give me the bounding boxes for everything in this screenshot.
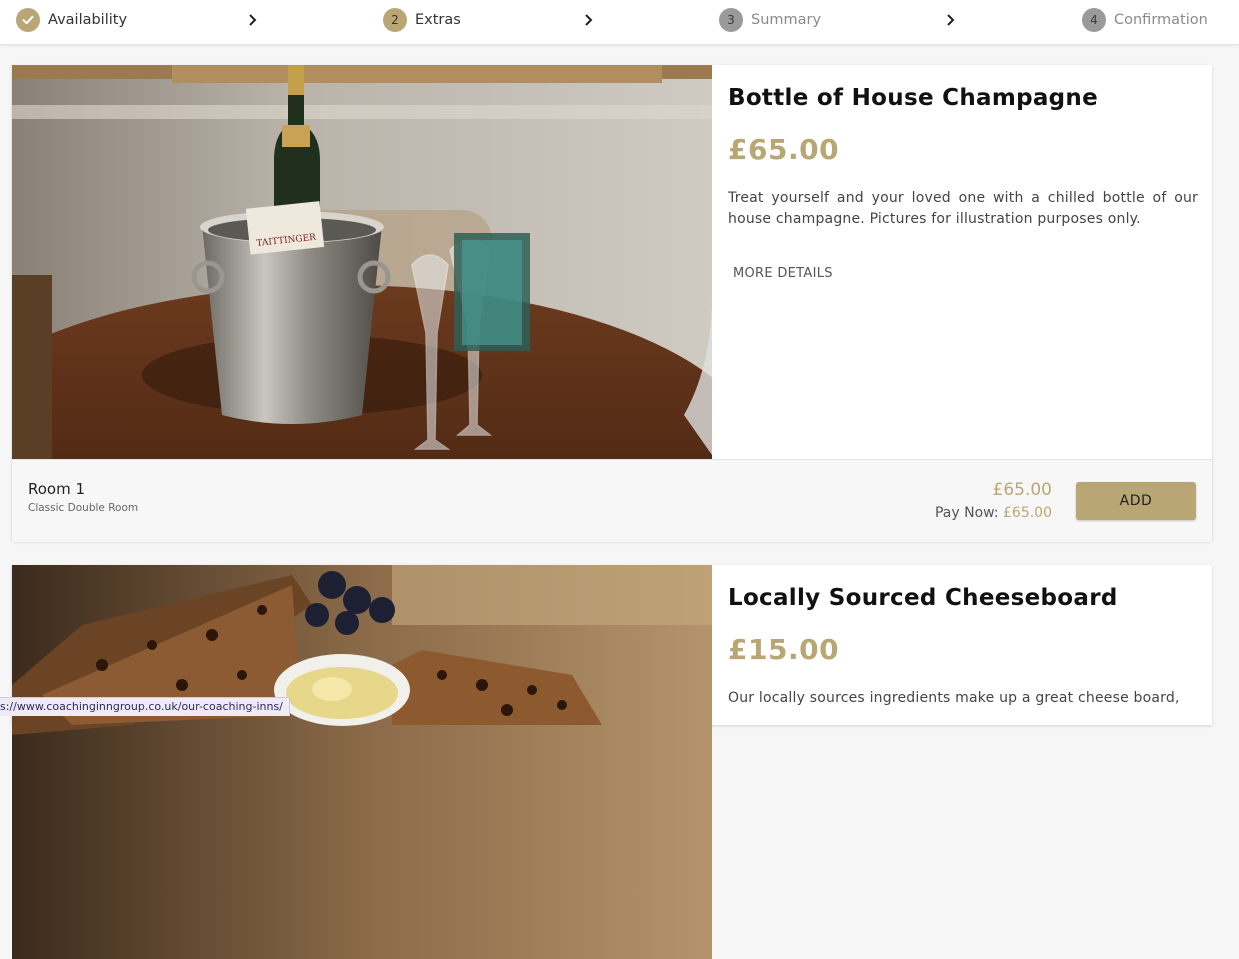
extra-description: Treat yourself and your loved one with a… (728, 190, 1198, 227)
extra-price: £65.00 (728, 133, 840, 166)
room-name: Room 1 (28, 480, 86, 498)
chevron-right-icon (585, 14, 593, 26)
extra-card-footer: Room 1 Classic Double Room £65.00 Pay No… (12, 459, 1212, 542)
step-number-badge: 3 (719, 8, 743, 32)
chevron-right-icon (947, 14, 955, 26)
extra-title: Bottle of House Champagne (728, 85, 1099, 111)
step-label: Confirmation (1114, 12, 1208, 28)
status-bar-url: s://www.coachinginngroup.co.uk/our-coach… (0, 697, 290, 716)
step-confirmation[interactable]: 4 Confirmation (1082, 8, 1208, 32)
extra-info: Bottle of House Champagne £65.00 Treat y… (728, 65, 1198, 281)
more-details-link[interactable]: MORE DETAILS (733, 266, 833, 281)
step-availability[interactable]: Availability (16, 8, 127, 32)
step-number-badge: 4 (1082, 8, 1106, 32)
pay-now: Pay Now: £65.00 (935, 505, 1052, 521)
step-extras[interactable]: 2 Extras (383, 8, 461, 32)
chevron-right-icon (249, 14, 257, 26)
step-label: Extras (415, 12, 461, 28)
extra-card: TAITTINGER Bottle of House Champagne £65… (12, 65, 1212, 542)
pay-now-label: Pay Now: (934, 505, 999, 521)
booking-stepper: Availability 2 Extras 3 Summary 4 Confir… (0, 0, 1239, 45)
step-label: Summary (751, 12, 822, 28)
pay-now-value: £65.00 (1003, 505, 1052, 521)
extra-info: Locally Sourced Cheeseboard £15.00 Our l… (728, 565, 1198, 709)
check-icon (16, 8, 40, 32)
extra-total-price: £65.00 (992, 480, 1052, 500)
extra-description: Our locally sources ingredients make up … (728, 690, 1180, 706)
room-type: Classic Double Room (28, 502, 139, 514)
step-label: Availability (48, 12, 128, 28)
cheeseboard-photo (12, 565, 712, 959)
extra-title: Locally Sourced Cheeseboard (728, 585, 1118, 611)
step-number-badge: 2 (383, 8, 407, 32)
extra-price: £15.00 (728, 633, 840, 666)
add-extra-button[interactable]: ADD (1076, 482, 1196, 520)
champagne-photo: TAITTINGER (12, 65, 712, 459)
step-summary[interactable]: 3 Summary (719, 8, 821, 32)
